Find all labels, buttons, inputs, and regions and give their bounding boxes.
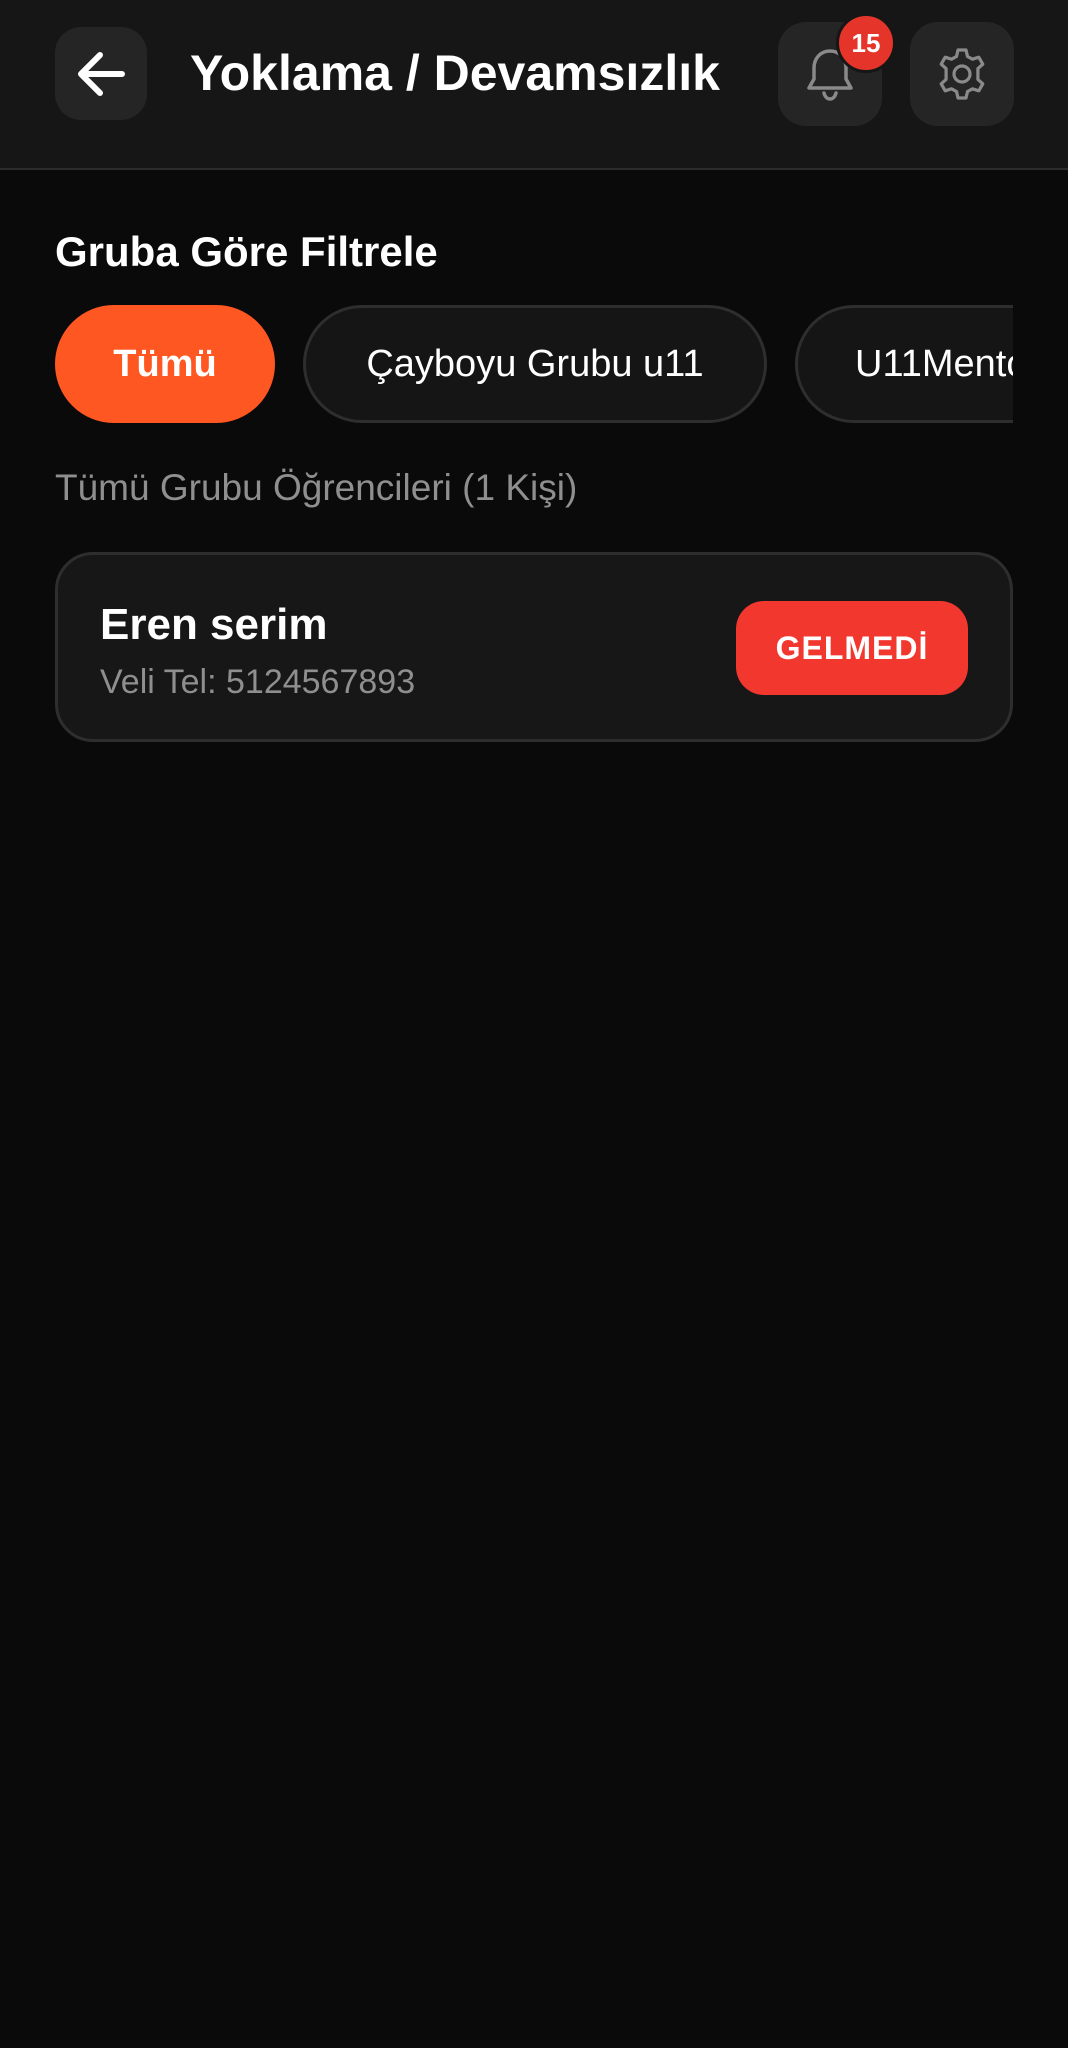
settings-button[interactable]: [910, 22, 1014, 126]
chip-u11mento[interactable]: U11Mento: [795, 305, 1013, 423]
attendance-status-button[interactable]: GELMEDİ: [736, 601, 968, 695]
back-button[interactable]: [55, 27, 147, 120]
student-name: Eren serim: [100, 600, 328, 649]
group-filter-chips[interactable]: Tümü Çayboyu Grubu u11 U11Mento: [55, 305, 1013, 423]
app-header: Yoklama / Devamsızlık 15: [0, 0, 1068, 170]
parent-phone: Veli Tel: 5124567893: [100, 663, 416, 701]
student-list-caption: Tümü Grubu Öğrencileri (1 Kişi): [55, 467, 578, 508]
arrow-left-icon: [78, 51, 125, 96]
notification-count-badge: 15: [836, 13, 896, 73]
chip-all-groups[interactable]: Tümü: [55, 305, 275, 423]
filter-section-title: Gruba Göre Filtrele: [55, 228, 438, 275]
page-title: Yoklama / Devamsızlık: [190, 45, 720, 101]
student-card: Eren serim Veli Tel: 5124567893 GELMEDİ: [55, 552, 1013, 742]
gear-icon: [939, 48, 985, 100]
chip-cayboyu-grubu-u11[interactable]: Çayboyu Grubu u11: [303, 305, 767, 423]
